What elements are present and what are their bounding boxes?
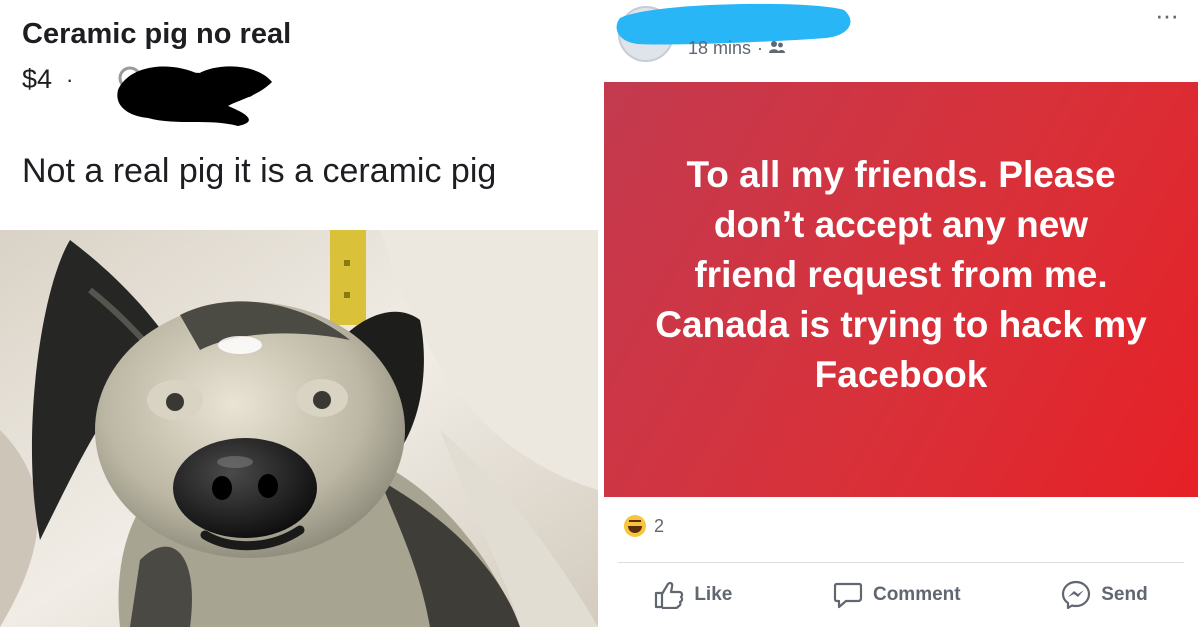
comment-label: Comment: [872, 584, 961, 605]
location-redaction: [117, 66, 272, 126]
send-button[interactable]: Send: [1061, 580, 1148, 610]
listing-title: Ceramic pig no real: [22, 18, 292, 50]
comment-bubble-icon: [833, 582, 863, 609]
marketplace-listing: Ceramic pig no real $4 · Not a real pig …: [0, 0, 598, 627]
listing-description: Not a real pig it is a ceramic pig: [22, 152, 497, 190]
post-meta: 18 mins ·: [688, 38, 786, 59]
more-options-icon[interactable]: ···: [1155, 2, 1179, 28]
friends-icon: [769, 38, 786, 59]
post-message: To all my friends. Please don’t accept a…: [655, 153, 1147, 395]
messenger-icon: [1062, 580, 1091, 610]
reaction-summary[interactable]: 2: [624, 515, 664, 537]
price-separator: ·: [66, 66, 74, 92]
post-time[interactable]: 18 mins: [688, 38, 751, 59]
ceramic-pig-photo: [0, 230, 598, 627]
listing-price: $4: [22, 64, 53, 94]
send-label: Send: [1101, 584, 1148, 605]
facebook-post: 18 mins · ··· To all my friends. Please …: [604, 0, 1198, 627]
reaction-count: 2: [654, 515, 665, 536]
thumbs-up-icon: [655, 581, 684, 609]
action-divider: [618, 562, 1184, 563]
like-button[interactable]: Like: [654, 581, 732, 609]
post-actions: Like Comment Send: [604, 572, 1198, 618]
ceramic-pig-image: [0, 230, 598, 627]
price-row: $4 ·: [22, 64, 73, 95]
meta-separator: ·: [757, 38, 764, 58]
haha-emoji-icon: [624, 515, 646, 537]
like-label: Like: [694, 584, 733, 605]
post-background-banner: To all my friends. Please don’t accept a…: [604, 82, 1198, 497]
comment-button[interactable]: Comment: [833, 581, 961, 609]
